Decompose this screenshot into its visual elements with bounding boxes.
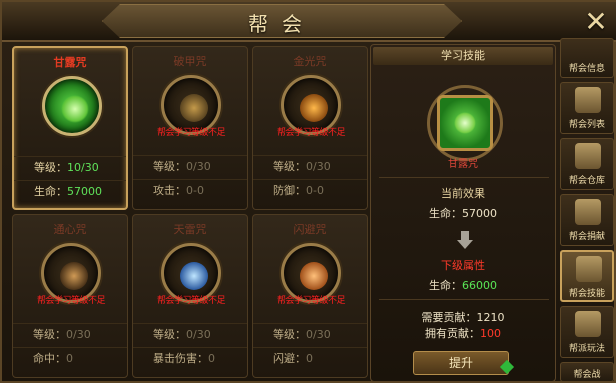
- divider: [379, 177, 549, 178]
- sidebar-item-list[interactable]: 帮会列表: [560, 82, 614, 134]
- skill-card-pojia[interactable]: 破甲咒 帮会学习等级不足 等级：0/30 攻击：0-0: [132, 46, 248, 210]
- skill-card-tianlei[interactable]: 天雷咒 帮会学习等级不足 等级：0/30 暴击伤害：0: [132, 214, 248, 378]
- skill-card-shanbi[interactable]: 闪避咒 帮会学习等级不足 等级：0/30 闪避：0: [252, 214, 368, 378]
- stat-effect: 防御：0-0: [253, 179, 367, 201]
- current-effect-title: 当前效果: [441, 187, 485, 200]
- scroll-icon: [575, 87, 601, 113]
- stat-level: 等级：0/30: [253, 323, 367, 345]
- skill-name: 金光咒: [293, 55, 327, 68]
- gameplay-icon: [575, 311, 601, 337]
- arrow-down-icon: [457, 231, 473, 249]
- level-warning: 帮会学习等级不足: [156, 296, 226, 306]
- ganlu-skill-icon: [437, 95, 493, 151]
- title-bar: 帮会 ✕: [2, 2, 616, 42]
- skill-book-icon: [576, 256, 602, 282]
- skill-detail-panel: 学习技能 甘露咒 当前效果 生命：57000 下级属性 生命：66000 需要贡…: [370, 44, 556, 382]
- level-warning: 帮会学习等级不足: [156, 128, 226, 138]
- stat-level: 等级：0/30: [13, 323, 127, 345]
- skill-grid: 甘露咒 等级：10/30 生命：57000 破甲咒 帮会学习等级不足 等级：0/…: [8, 44, 368, 382]
- skill-name: 天雷咒: [173, 223, 207, 236]
- upgrade-button[interactable]: 提升: [413, 351, 515, 375]
- stat-effect: 生命：57000: [14, 180, 126, 202]
- sidebar-item-donate[interactable]: 帮会捐献: [560, 194, 614, 246]
- sidebar-item-warehouse[interactable]: 帮会仓库: [560, 138, 614, 190]
- skill-name: 通心咒: [53, 223, 87, 236]
- stat-level: 等级：10/30: [14, 156, 126, 178]
- level-warning: 帮会学习等级不足: [36, 296, 106, 306]
- required-contribution: 需要贡献：1210: [421, 311, 505, 324]
- stat-level: 等级：0/30: [133, 155, 247, 177]
- skill-card-ganlu[interactable]: 甘露咒 等级：10/30 生命：57000: [12, 46, 128, 210]
- guild-sidebar: 帮会信息 帮会列表 帮会仓库 帮会捐献 帮会技能 帮派玩法 帮会战: [558, 38, 616, 382]
- detail-header: 学习技能: [373, 47, 553, 65]
- level-warning: 帮会学习等级不足: [276, 296, 346, 306]
- sidebar-item-info[interactable]: 帮会信息: [560, 38, 614, 78]
- close-icon[interactable]: ✕: [580, 6, 612, 38]
- guild-window: 帮会 ✕ 甘露咒 等级：10/30 生命：57000 破甲咒 帮会学习等级不足 …: [0, 0, 616, 383]
- level-warning: 帮会学习等级不足: [276, 128, 346, 138]
- skill-name: 破甲咒: [173, 55, 207, 68]
- skill-name: 甘露咒: [53, 56, 87, 69]
- detail-skill-name: 甘露咒: [448, 159, 478, 170]
- stat-level: 等级：0/30: [133, 323, 247, 345]
- sidebar-item-battle[interactable]: 帮会战: [560, 362, 614, 382]
- sidebar-item-skills[interactable]: 帮会技能: [560, 250, 614, 302]
- divider: [379, 299, 549, 300]
- skill-name: 闪避咒: [293, 223, 327, 236]
- stat-effect: 命中：0: [13, 347, 127, 369]
- current-effect: 生命：57000: [429, 207, 497, 220]
- donate-icon: [575, 199, 601, 225]
- next-level-title: 下级属性: [441, 259, 485, 272]
- window-title: 帮会: [248, 12, 316, 36]
- stat-level: 等级：0/30: [253, 155, 367, 177]
- skill-card-jinguang[interactable]: 金光咒 帮会学习等级不足 等级：0/30 防御：0-0: [252, 46, 368, 210]
- ganlu-orb-icon: [42, 76, 102, 136]
- skill-card-tongxin[interactable]: 通心咒 帮会学习等级不足 等级：0/30 命中：0: [12, 214, 128, 378]
- warehouse-icon: [575, 143, 601, 169]
- stat-effect: 暴击伤害：0: [133, 347, 247, 369]
- sidebar-item-gameplay[interactable]: 帮派玩法: [560, 306, 614, 358]
- stat-effect: 闪避：0: [253, 347, 367, 369]
- stat-effect: 攻击：0-0: [133, 179, 247, 201]
- next-level-effect: 生命：66000: [429, 279, 497, 292]
- owned-contribution: 拥有贡献：100: [425, 327, 501, 340]
- upgrade-available-icon: [499, 359, 515, 375]
